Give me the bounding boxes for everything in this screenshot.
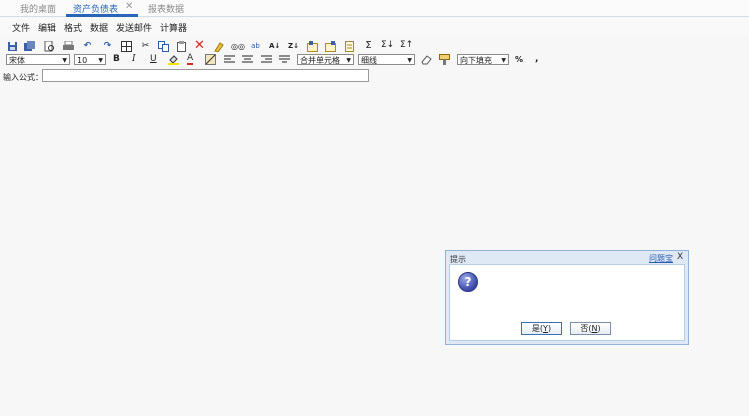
menu-data[interactable]: 数据	[90, 21, 108, 34]
delete-icon[interactable]: ✕	[194, 39, 205, 52]
thousands-separator-button[interactable]: ,	[535, 54, 538, 65]
menu-format[interactable]: 格式	[64, 21, 82, 34]
eraser-icon[interactable]	[421, 54, 432, 65]
font-family-select[interactable]: 宋体 ▼	[6, 54, 70, 65]
merge-cells-select[interactable]: 合并单元格 ▼	[297, 54, 354, 65]
document-icon[interactable]	[344, 41, 355, 52]
merge-cells-value: 合并单元格	[300, 56, 340, 65]
border-style-select[interactable]: 细线 ▼	[358, 54, 415, 65]
chevron-down-icon: ▼	[346, 57, 351, 64]
paste-icon[interactable]	[176, 41, 187, 52]
fill-down-select[interactable]: 向下填充 ▼	[457, 54, 509, 65]
insert-column-icon[interactable]	[325, 41, 336, 52]
print-preview-icon[interactable]	[44, 40, 55, 52]
insert-row-icon[interactable]	[307, 41, 318, 52]
fill-color-icon[interactable]	[168, 54, 179, 65]
fill-down-value: 向下填充	[460, 56, 492, 65]
font-family-value: 宋体	[9, 56, 25, 65]
chevron-down-icon: ▼	[501, 57, 506, 64]
print-icon[interactable]	[63, 40, 74, 52]
chevron-down-icon: ▼	[407, 57, 412, 64]
formula-label: 输入公式：	[3, 73, 43, 82]
clear-format-icon[interactable]	[213, 41, 224, 53]
tab-desktop[interactable]: 我的桌面	[20, 2, 56, 15]
font-color-button[interactable]: A	[187, 54, 194, 65]
active-tab-indicator	[66, 14, 138, 17]
border-icon[interactable]	[205, 54, 216, 65]
wrap-text-icon[interactable]	[279, 54, 290, 65]
chevron-down-icon: ▼	[98, 57, 103, 64]
menu-edit[interactable]: 编辑	[38, 21, 56, 34]
no-button[interactable]: 否(N)	[570, 322, 611, 335]
formula-input[interactable]	[42, 69, 369, 82]
dialog-help-link[interactable]: 问题宝	[649, 253, 673, 264]
font-size-select[interactable]: 10 ▼	[74, 54, 106, 65]
menu-send-email[interactable]: 发送邮件	[116, 21, 152, 34]
font-size-value: 10	[77, 56, 88, 65]
menu-file[interactable]: 文件	[12, 21, 30, 34]
sum-column-icon[interactable]: Σ↓	[381, 40, 394, 51]
sort-desc-icon[interactable]: Z↓	[288, 41, 299, 52]
close-icon[interactable]: X	[677, 252, 683, 262]
replace-icon[interactable]: ab	[250, 41, 261, 52]
tab-report-data[interactable]: 报表数据	[148, 2, 184, 15]
cut-icon[interactable]: ✂	[140, 41, 151, 52]
align-left-icon[interactable]	[224, 54, 235, 65]
bold-button[interactable]: B	[113, 54, 120, 65]
close-icon[interactable]: ✕	[125, 1, 133, 12]
save-icon[interactable]	[7, 41, 18, 52]
question-icon: ?	[458, 272, 478, 292]
sum-row-icon[interactable]: Σ↑	[400, 40, 413, 51]
italic-button[interactable]: I	[132, 54, 136, 65]
border-style-value: 细线	[361, 56, 377, 65]
dialog-body: ? 是(Y) 否(N)	[449, 264, 685, 341]
menu-bar: 文件 编辑 格式 数据 发送邮件 计算器	[0, 18, 749, 36]
redo-icon[interactable]: ↷	[102, 41, 113, 52]
chevron-down-icon: ▼	[62, 57, 67, 64]
grid-icon[interactable]	[121, 41, 132, 52]
percent-button[interactable]: %	[515, 54, 523, 65]
menu-calculator[interactable]: 计算器	[160, 21, 187, 34]
yes-button[interactable]: 是(Y)	[521, 322, 562, 335]
format-painter-icon[interactable]	[439, 54, 450, 65]
sort-asc-icon[interactable]: A↓	[269, 41, 280, 52]
tab-bar: 我的桌面 资产负债表 ✕ 报表数据	[0, 0, 749, 17]
find-icon[interactable]: ◎◎	[231, 41, 245, 52]
confirm-dialog: 提示 问题宝 X ? 是(Y) 否(N)	[445, 250, 689, 345]
copy-icon[interactable]	[158, 41, 169, 52]
align-right-icon[interactable]	[261, 54, 272, 65]
align-center-icon[interactable]	[242, 54, 253, 65]
undo-icon[interactable]: ↶	[82, 41, 93, 52]
underline-button[interactable]: U	[150, 54, 157, 65]
save-as-icon[interactable]	[24, 41, 35, 52]
sum-icon[interactable]: Σ	[363, 40, 374, 51]
